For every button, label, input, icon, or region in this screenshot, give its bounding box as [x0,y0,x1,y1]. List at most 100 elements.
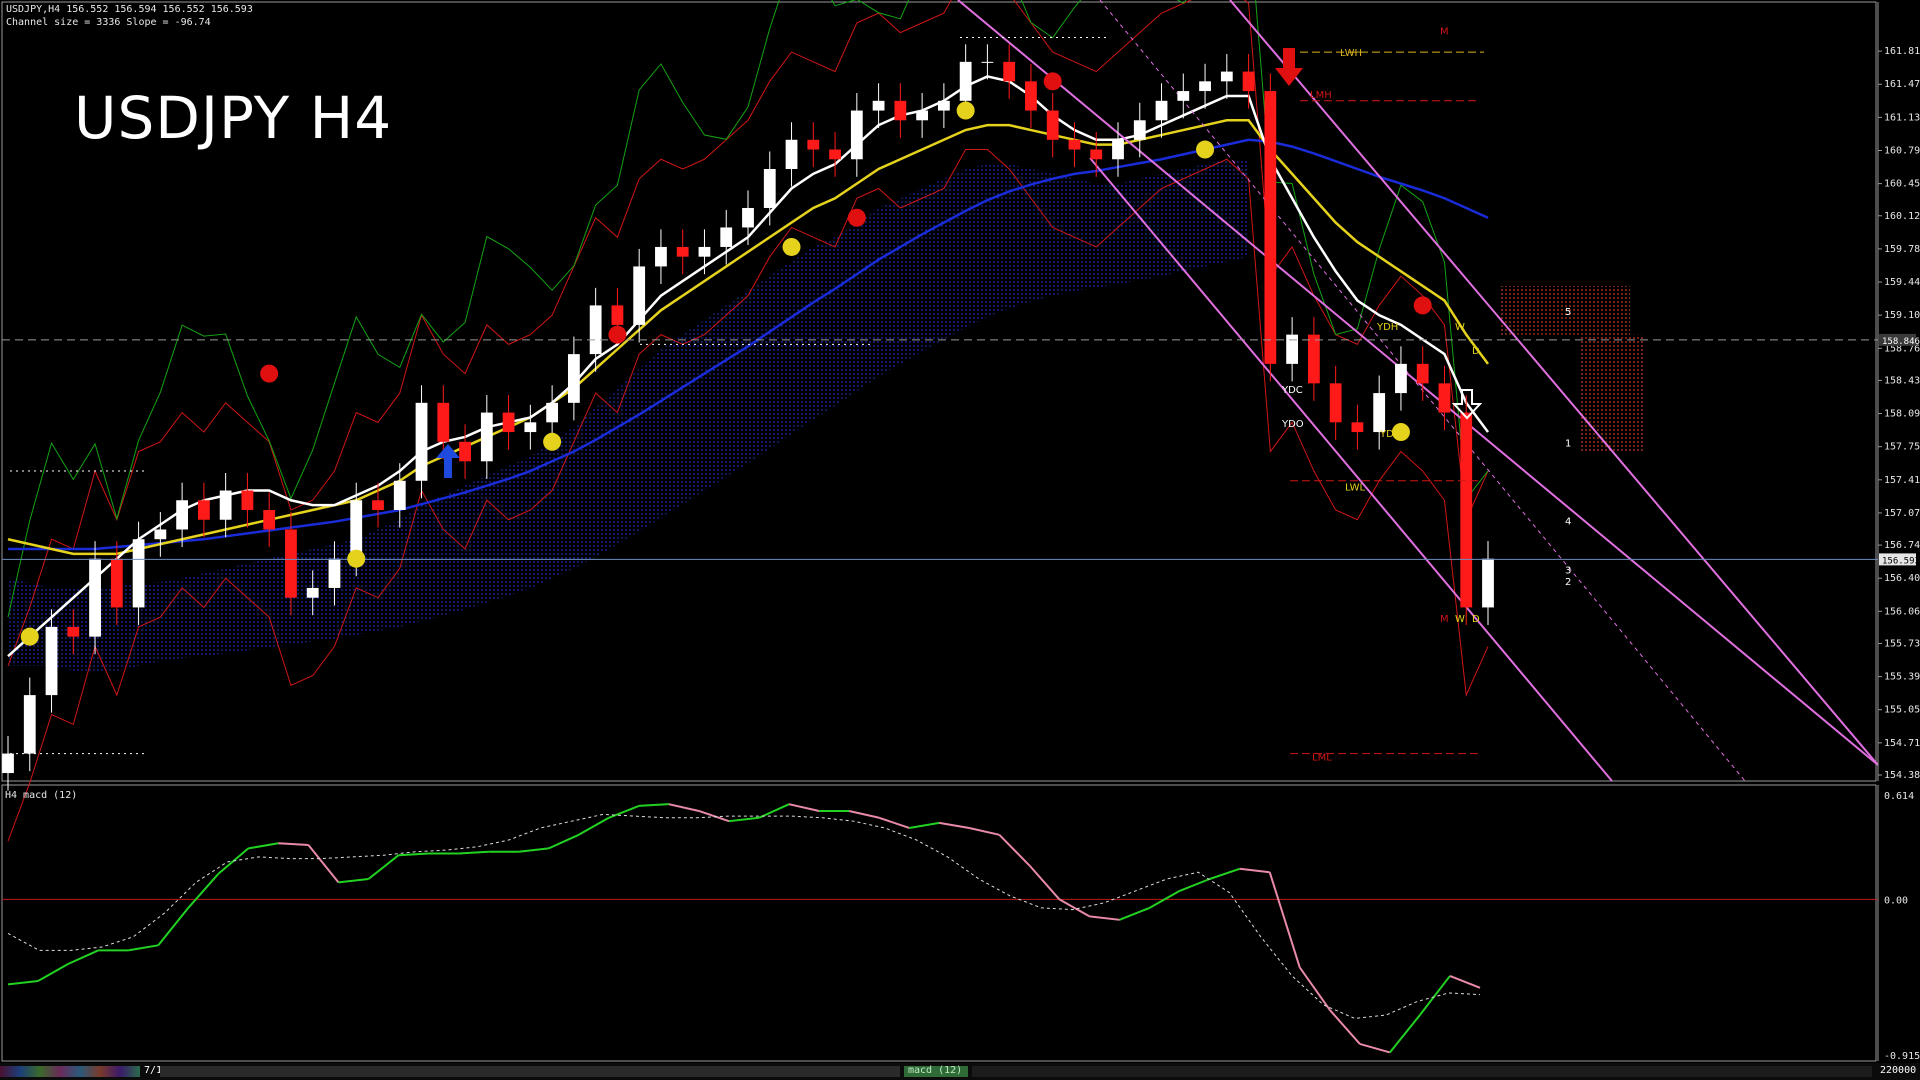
scroll-track-right[interactable] [972,1066,1872,1077]
candle-body [241,490,254,511]
level-label: M [1440,27,1449,38]
candle-body [1329,383,1342,423]
macd-segment [548,833,580,850]
candle-body [807,139,820,150]
candle-body [393,480,406,511]
candle-body [676,246,689,257]
channel-line: Channel size = 3336 Slope = -96.74 [6,17,211,28]
macd-panel-frame [1,784,1877,1062]
candle-body [959,61,972,101]
buy-signal-marker [956,101,975,120]
level-label: LML [1312,752,1332,763]
candle-body [1264,91,1277,364]
level-label: YDH [1376,322,1398,333]
channel-lower-left-line [1089,157,1613,782]
price-tick-label: 161.130 [1884,112,1920,123]
candle-body [611,305,624,325]
trading-chart[interactable]: LWHLMHMYDH WDYDCYDOYDLLWLLMLM W D12345 0.61… [0,0,1920,1080]
candle-body [916,110,929,121]
level-label: LMH [1310,90,1332,101]
scroll-track[interactable] [160,1066,900,1077]
candle-body [633,266,646,325]
level-label: D [1472,346,1480,357]
buy-signal-marker [782,237,801,256]
candle-body [1090,149,1103,160]
macd-segment [187,873,220,909]
level-label: W [1455,322,1465,333]
macd-segment [518,847,549,853]
level-label: YDO [1281,419,1304,430]
candle-body [698,246,711,257]
macd-segment [969,827,1000,836]
price-tick-label: 155.390 [1884,672,1920,683]
level-label: YDC [1281,385,1303,396]
macd-segment [127,944,159,952]
candle-body [742,207,754,228]
candle-body [1025,81,1037,111]
candle-body [480,412,493,462]
macd-segment [1449,974,1481,989]
candle-body [154,529,167,540]
price-tick-label: 159.780 [1884,244,1920,255]
tab-macd-label: macd (12) [908,1065,963,1076]
level-label: 5 [1565,307,1571,318]
macd-segment [1419,975,1451,1016]
dashed-level-label: 158.846 [1882,337,1920,347]
cloud-future-bear-2 [1580,334,1645,452]
macd-segment [367,854,400,880]
candle-body [524,422,537,433]
macd-segment [37,963,69,982]
macd-segment [939,821,970,829]
macd-segment [1119,906,1150,921]
buy-signal-marker [1391,423,1410,442]
macd-segment [248,842,279,850]
current-price-label: 156.593 [1882,556,1920,566]
candle-body [567,354,580,403]
candle-body [1046,110,1059,140]
tab-strip[interactable] [0,1066,140,1077]
price-tick-label: 154.710 [1884,738,1920,749]
candle-body [263,510,276,530]
macd-segment [67,949,99,965]
candle-body [110,558,123,608]
level-label: 2 [1565,577,1571,588]
candle-body [1482,558,1494,608]
candle-body [176,500,189,530]
sell-signal-marker [847,208,866,227]
macd-segment [1028,864,1061,901]
macd-segment [1058,898,1090,918]
macd-segment [1179,878,1211,892]
macd-segment [1089,915,1120,921]
macd-segment [1239,867,1270,874]
buy-signal-marker [20,627,39,646]
candle-body [1286,334,1299,364]
candle-body [655,246,667,267]
candle-body [1220,71,1233,82]
macd-segment [1389,1014,1421,1054]
macd-title: H4 macd (12) [5,790,78,801]
candle-body [1155,100,1168,121]
sell-signal-marker [1043,72,1062,91]
buy-signal-marker [1196,140,1215,159]
candle-body [306,587,319,598]
candle-body [720,227,733,247]
regression-channel [957,0,1879,782]
candle-body [1351,422,1364,433]
candle-body [45,626,58,696]
candle-body [1242,71,1255,92]
macd-segment [878,816,910,829]
candle-body [285,529,297,598]
price-tick-label: 157.070 [1884,508,1920,519]
price-tick-label: 160.450 [1884,179,1920,190]
macd-segment [698,810,730,823]
candle-body [1395,363,1407,394]
price-tick-label: 158.090 [1884,409,1920,420]
candle-body [1460,412,1473,608]
candle-body [2,753,14,774]
level-label: M [1440,614,1449,625]
level-label: LWL [1345,483,1366,494]
level-label: 4 [1565,517,1571,528]
macd-segment [307,844,340,884]
candle-body [829,149,841,160]
corner-value: 220000 [1880,1065,1917,1076]
